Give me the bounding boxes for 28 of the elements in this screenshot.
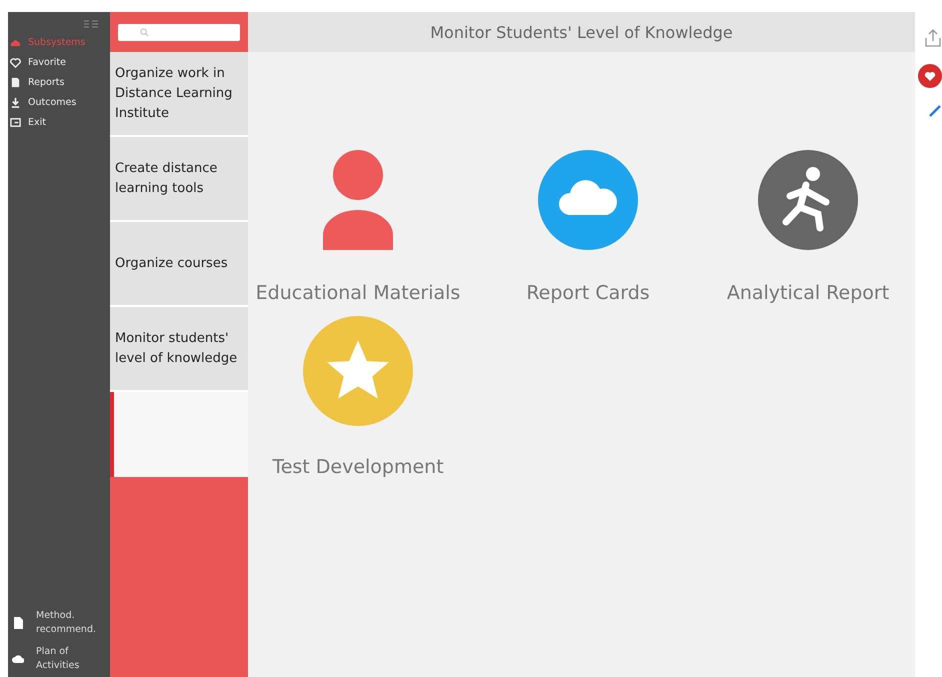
doc-icon — [12, 617, 24, 629]
nav-item[interactable]: Exit — [8, 112, 110, 132]
subsystem-item[interactable]: Organize courses — [110, 222, 248, 305]
search-icon — [140, 28, 149, 36]
tile-label[interactable]: Report Cards — [526, 282, 650, 304]
nav-item[interactable]: Favorite — [8, 52, 110, 72]
subsystem-item[interactable]: Organize work in Distance Learning Institute — [110, 52, 248, 135]
pencil-icon[interactable] — [928, 104, 942, 118]
exit-icon — [10, 116, 21, 128]
heart-icon — [10, 56, 21, 68]
tile-label[interactable]: Educational Materials — [256, 282, 460, 304]
subsystem-item[interactable]: Monitor students' level of knowledge — [110, 307, 248, 390]
search-field[interactable] — [118, 24, 240, 40]
collapse-icon[interactable] — [84, 20, 98, 28]
runner-icon[interactable] — [758, 150, 858, 250]
download-icon — [10, 96, 21, 108]
nav-item[interactable]: Reports — [8, 72, 110, 92]
cloud-icon[interactable] — [538, 150, 638, 250]
page-title: Monitor Students' Level of Knowledge — [430, 22, 733, 42]
subsystem-item[interactable]: Create distance learning tools — [110, 137, 248, 220]
nav-item[interactable]: Outcomes — [8, 92, 110, 112]
tile-label[interactable]: Test Development — [272, 456, 444, 478]
doc-icon — [10, 76, 21, 88]
share-icon[interactable] — [924, 28, 942, 48]
nav-item[interactable]: Plan of Activities — [36, 645, 106, 673]
nav-item[interactable]: Method. recommend. — [36, 609, 106, 637]
cloud-icon — [12, 653, 24, 665]
tile-label[interactable]: Analytical Report — [726, 282, 890, 304]
